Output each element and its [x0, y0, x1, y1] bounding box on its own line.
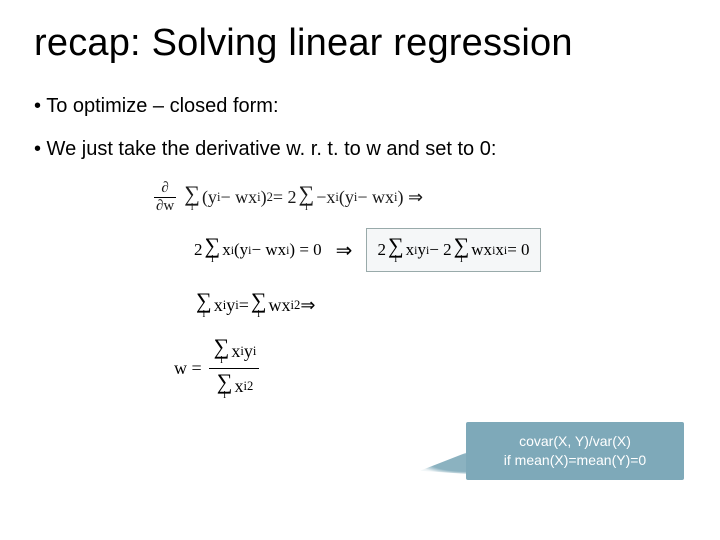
partial-den: ∂w — [154, 197, 176, 214]
box-m3: wx — [471, 240, 492, 260]
equation-simplify: ∑ i xi yi = ∑ i wxi2 ⇒ — [194, 290, 686, 320]
eq1-lhs: (y — [202, 187, 217, 208]
eq1-rhs2: (y — [339, 187, 354, 208]
sum-sub: i — [191, 203, 194, 213]
callout-line2: if mean(X)=mean(Y)=0 — [474, 451, 676, 470]
eq1-rhs3: − wx — [357, 187, 394, 208]
math-area: ∂ ∂w ∑ i (yi − wxi )2 = 2 ∑ i −xi (yi − … — [34, 181, 686, 403]
eq4-w: w = — [174, 358, 202, 379]
eq3-arrow: ⇒ — [300, 295, 315, 316]
sum-sub: i — [220, 356, 223, 366]
eq4-num2: y — [244, 341, 253, 362]
equation-derivative: ∂ ∂w ∑ i (yi − wxi )2 = 2 ∑ i −xi (yi − … — [154, 181, 686, 214]
eq4-den1: x — [234, 376, 243, 397]
sum-sub: i — [305, 203, 308, 213]
sum-sub: i — [460, 255, 463, 265]
eq2-left: 2 — [194, 240, 203, 260]
box-m1: x — [406, 240, 415, 260]
callout-box: covar(X, Y)/var(X) if mean(X)=mean(Y)=0 — [466, 422, 684, 480]
callout-line1: covar(X, Y)/var(X) — [474, 432, 676, 451]
eq1-lhs2: − wx — [220, 187, 257, 208]
eq2-b2: (y — [234, 240, 248, 260]
partial-num: ∂ — [159, 181, 170, 197]
box-end: = 0 — [507, 240, 529, 260]
equation-expand: 2 ∑ i xi (yi − wxi ) = 0 ⇒ 2 ∑ i xi yi — [194, 228, 686, 272]
eq2-b4: ) = 0 — [289, 240, 321, 260]
sum-sub: i — [211, 255, 214, 265]
boxed-equation: 2 ∑ i xi yi − 2 ∑ i wxi xi = 0 — [366, 228, 540, 272]
implies-arrow: ⇒ — [336, 238, 353, 263]
sum-sub: i — [394, 255, 397, 265]
box-l: 2 — [377, 240, 386, 260]
eq1-rhs4: ) ⇒ — [398, 187, 424, 208]
bullet-1: • To optimize – closed form: — [34, 95, 686, 118]
sum-sub: i — [202, 310, 205, 320]
eq2-b1: x — [222, 240, 231, 260]
bullet-2: • We just take the derivative w. r. t. t… — [34, 138, 686, 161]
eq4-num1: x — [231, 341, 240, 362]
eq1-eq: = 2 — [273, 187, 297, 208]
eq2-b3: − wx — [251, 240, 286, 260]
eq3-r1: wx — [269, 295, 291, 316]
sum-sub: i — [223, 391, 226, 401]
eq1-rhs1: −x — [316, 187, 335, 208]
equation-solution: w = ∑ i xi yi ∑ i xi2 — [174, 334, 686, 403]
box-m4: x — [495, 240, 504, 260]
sup-2: 2 — [247, 379, 253, 394]
sub-i: i — [253, 344, 257, 359]
slide-title: recap: Solving linear regression — [34, 22, 686, 65]
box-minus: − 2 — [429, 240, 451, 260]
sum-sub: i — [257, 310, 260, 320]
eq3-l1: x — [214, 295, 223, 316]
eq3-l2: y — [226, 295, 235, 316]
box-m2: y — [417, 240, 426, 260]
eq3-eq: = — [239, 295, 249, 316]
